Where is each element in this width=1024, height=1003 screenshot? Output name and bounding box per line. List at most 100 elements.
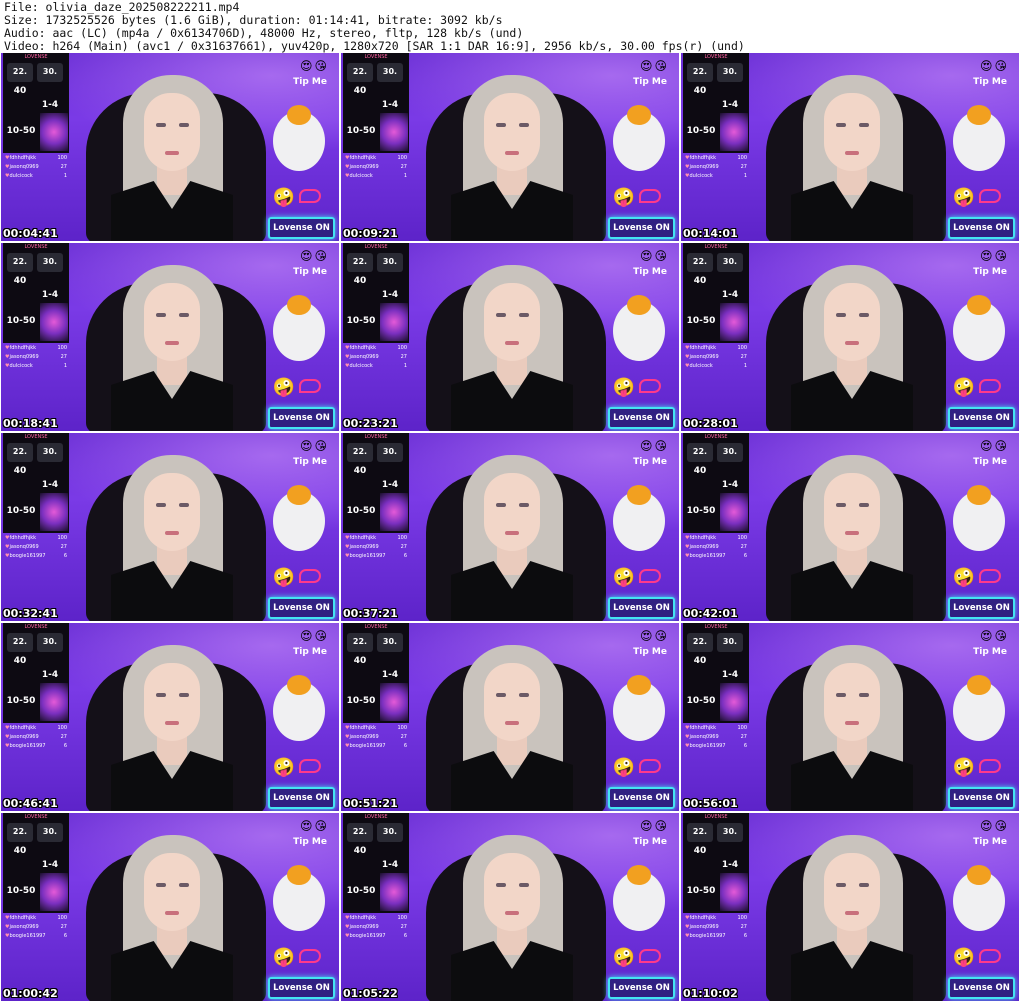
panel-title: LOVENSE: [364, 244, 388, 250]
level-cell: 22.: [687, 633, 713, 652]
lovense-on-badge: Lovense ON: [268, 787, 335, 809]
level-cell: 30.: [37, 253, 63, 272]
plush-toy: [953, 865, 1005, 931]
tip-me-button[interactable]: Tip Me: [633, 267, 667, 277]
tipper-amount: 6: [403, 743, 407, 749]
tipper-amount: 6: [63, 933, 67, 939]
tip-me-button[interactable]: Tip Me: [633, 647, 667, 657]
tipper-row: jasonq0969 27: [5, 924, 67, 933]
level-cell: 22.: [347, 253, 373, 272]
tipper-row: jasonq0969 27: [685, 924, 747, 933]
lovense-panel: LOVENSE 22. 30. 40 1-4 10-50: [3, 813, 69, 913]
eye: [836, 313, 846, 317]
lovense-on-badge: Lovense ON: [268, 407, 335, 429]
tipper-list: fdhhdfhjkk 100 jasonq0969 27 boogie161997 6: [5, 915, 67, 942]
level-cell: 10-50: [6, 316, 36, 326]
mouth: [845, 341, 859, 345]
plush-toy: [613, 485, 665, 551]
timestamp: 00:56:01: [683, 797, 738, 810]
tipper-name: dulcicock: [685, 173, 712, 182]
tipper-name: fdhhdfhjkk: [345, 155, 376, 164]
level-cell: 30.: [37, 823, 63, 842]
tipper-name: fdhhdfhjkk: [345, 345, 376, 354]
level-cell: 22.: [347, 63, 373, 82]
tipper-name: dulcicock: [345, 173, 372, 182]
tip-me-button[interactable]: Tip Me: [973, 647, 1007, 657]
level-cell: 10-50: [346, 696, 376, 706]
smiley-icon: 🤪: [612, 187, 635, 208]
lovense-on-badge: Lovense ON: [608, 217, 675, 239]
tipper-row: fdhhdfhjkk 100: [5, 155, 67, 164]
mouth: [505, 721, 519, 725]
tipper-name: fdhhdfhjkk: [685, 915, 716, 924]
tipper-name: fdhhdfhjkk: [685, 155, 716, 164]
tipper-amount: 27: [60, 164, 67, 170]
tipper-list: fdhhdfhjkk 100 jasonq0969 27 dulcicock 1: [685, 155, 747, 182]
timestamp: 00:42:01: [683, 607, 738, 620]
tipper-name: fdhhdfhjkk: [685, 535, 716, 544]
tip-me-button[interactable]: Tip Me: [293, 647, 327, 657]
tipper-name: jasonq0969: [685, 924, 718, 933]
panel-title: LOVENSE: [24, 434, 48, 440]
video-thumbnail: LOVENSE 22. 30. 40 1-4 10-50 fdhhdfhjkk 1…: [341, 813, 679, 1001]
lovense-on-badge: Lovense ON: [948, 977, 1015, 999]
tip-me-button[interactable]: Tip Me: [633, 77, 667, 87]
lovense-panel: LOVENSE 22. 30. 40 1-4 10-50: [683, 243, 749, 343]
level-cell: 22.: [7, 443, 33, 462]
panel-title: LOVENSE: [704, 244, 728, 250]
tipper-row: jasonq0969 27: [5, 734, 67, 743]
tipper-row: fdhhdfhjkk 100: [685, 345, 747, 354]
panel-title: LOVENSE: [24, 244, 48, 250]
plush-toy: [953, 675, 1005, 741]
panel-image: [40, 113, 68, 151]
smiley-icon: 🤪: [272, 187, 295, 208]
tip-me-button[interactable]: Tip Me: [973, 267, 1007, 277]
tip-me-button[interactable]: Tip Me: [293, 267, 327, 277]
panel-image: [720, 303, 748, 341]
tipper-row: fdhhdfhjkk 100: [345, 725, 407, 734]
tip-me-button[interactable]: Tip Me: [973, 837, 1007, 847]
mouth: [505, 151, 519, 155]
tipper-row: fdhhdfhjkk 100: [5, 915, 67, 924]
level-cell: 10-50: [346, 506, 376, 516]
tip-me-button[interactable]: Tip Me: [293, 457, 327, 467]
tipper-name: fdhhdfhjkk: [5, 155, 36, 164]
lovense-panel: LOVENSE 22. 30. 40 1-4 10-50: [343, 243, 409, 343]
panel-title: LOVENSE: [24, 814, 48, 820]
lovense-on-badge: Lovense ON: [948, 217, 1015, 239]
mouth: [165, 341, 179, 345]
panel-title: LOVENSE: [364, 434, 388, 440]
mouth: [165, 911, 179, 915]
tip-me-button[interactable]: Tip Me: [973, 457, 1007, 467]
tip-me-button[interactable]: Tip Me: [293, 837, 327, 847]
video-thumbnail: LOVENSE 22. 30. 40 1-4 10-50 fdhhdfhjkk 1…: [341, 623, 679, 811]
tipper-row: boogie161997 6: [345, 553, 407, 562]
emoji-stickers: 😍😘: [299, 439, 329, 453]
lovense-panel: LOVENSE 22. 30. 40 1-4 10-50: [343, 53, 409, 153]
tipper-row: boogie161997 6: [685, 553, 747, 562]
tipper-amount: 1: [743, 173, 747, 179]
tipper-amount: 1: [63, 173, 67, 179]
tipper-row: jasonq0969 27: [5, 164, 67, 173]
tipper-amount: 100: [57, 725, 67, 731]
level-cell: 40: [693, 846, 707, 856]
tip-me-button[interactable]: Tip Me: [973, 77, 1007, 87]
lovense-panel: LOVENSE 22. 30. 40 1-4 10-50: [683, 53, 749, 153]
tip-me-button[interactable]: Tip Me: [633, 837, 667, 847]
toy-icon: [979, 949, 1001, 963]
tipper-row: jasonq0969 27: [345, 924, 407, 933]
eye: [519, 503, 529, 507]
tipper-name: jasonq0969: [5, 734, 38, 743]
eye: [836, 883, 846, 887]
tipper-amount: 6: [403, 553, 407, 559]
eye: [519, 693, 529, 697]
tipper-list: fdhhdfhjkk 100 jasonq0969 27 boogie161997 6: [345, 725, 407, 752]
tipper-name: fdhhdfhjkk: [345, 915, 376, 924]
lovense-on-badge: Lovense ON: [948, 407, 1015, 429]
face: [144, 283, 200, 361]
video-thumbnail: LOVENSE 22. 30. 40 1-4 10-50 fdhhdfhjkk 1…: [681, 813, 1019, 1001]
emoji-stickers: 😍😘: [979, 249, 1009, 263]
tip-me-button[interactable]: Tip Me: [633, 457, 667, 467]
tip-me-button[interactable]: Tip Me: [293, 77, 327, 87]
level-cell: 40: [693, 86, 707, 96]
